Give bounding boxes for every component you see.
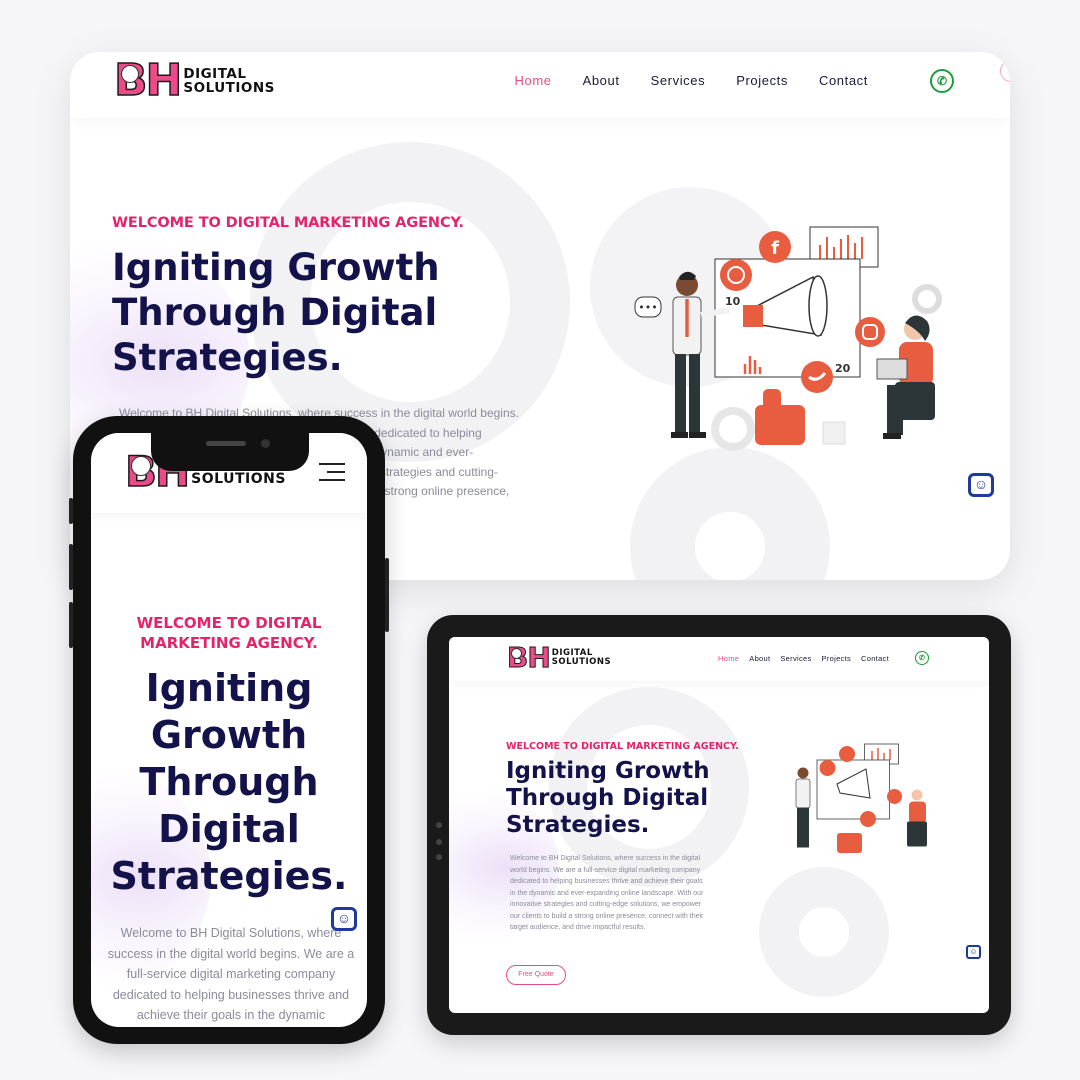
hero-paragraph: Welcome to BH Digital Solutions, where s… (510, 855, 704, 931)
tablet-navbar: BH DIGITAL SOLUTIONS Home About Services… (449, 637, 989, 681)
nav-about[interactable]: About (749, 654, 770, 663)
svg-text:•••: ••• (638, 301, 657, 314)
instagram-icon (887, 789, 902, 804)
facebook-icon: f (759, 231, 791, 263)
tablet-menu: Home About Services Projects Contact (718, 654, 889, 663)
logo-text-line2: SOLUTIONS (551, 657, 612, 667)
hero-headline: Igniting Growth Through Digital Strategi… (112, 245, 492, 380)
phone-notch (151, 433, 309, 471)
logo-badge-icon (121, 65, 139, 83)
headline-line: Through Digital (112, 291, 438, 334)
phone-preview: BH DIGITAL SOLUTIONS WELCOME TO DIGITAL … (69, 416, 389, 1044)
hero-headline: Igniting Growth Through Digital Strategi… (506, 758, 746, 839)
phone-side-button (69, 498, 73, 524)
phone-side-button (69, 602, 73, 648)
phone-side-button (69, 544, 73, 590)
phone-side-button (385, 558, 389, 632)
marketing-illustration: f 10 20 ••• (634, 226, 942, 451)
headline-line: Strategies. (110, 854, 348, 898)
thumbs-up-icon (755, 389, 805, 445)
headline-line: Digital (158, 807, 300, 851)
thumbs-up-icon (837, 833, 862, 853)
logo-badge-icon (131, 456, 151, 476)
chat-widget-icon[interactable]: ☺ (968, 473, 994, 497)
logo-badge-icon (511, 648, 522, 659)
headline-line: Igniting Growth (112, 246, 440, 289)
corner-circle-icon (1000, 60, 1010, 82)
instagram-icon (855, 317, 885, 347)
tablet-sensor-icon (436, 839, 442, 845)
decorative-ring (630, 447, 830, 580)
hero-eyebrow: WELCOME TO DIGITAL MARKETING AGENCY. (506, 741, 739, 752)
facebook-icon (839, 746, 855, 762)
whatsapp-icon (720, 259, 752, 291)
headline-line: Strategies. (112, 336, 343, 379)
headline-line: Through Digital (506, 785, 709, 811)
nav-home[interactable]: Home (515, 73, 552, 88)
nav-services[interactable]: Services (651, 73, 706, 88)
hero-headline: Igniting Growth Through Digital Strategi… (101, 665, 357, 900)
nav-contact[interactable]: Contact (861, 654, 889, 663)
brand-logo[interactable]: BH DIGITAL SOLUTIONS (507, 643, 611, 672)
twitter-icon (860, 811, 876, 827)
logo-text-line2: SOLUTIONS (183, 80, 275, 96)
woman-figure (876, 315, 935, 439)
svg-text:f: f (771, 238, 779, 259)
nav-projects[interactable]: Projects (822, 654, 852, 663)
nav-services[interactable]: Services (780, 654, 811, 663)
nav-about[interactable]: About (583, 73, 620, 88)
phone-screen: BH DIGITAL SOLUTIONS WELCOME TO DIGITAL … (91, 433, 367, 1027)
headline-line: Igniting (145, 666, 313, 710)
whatsapp-icon[interactable]: ✆ (930, 69, 954, 93)
tablet-camera-icon (436, 822, 442, 828)
whatsapp-icon[interactable]: ✆ (915, 651, 929, 665)
tablet-screen: BH DIGITAL SOLUTIONS Home About Services… (449, 637, 989, 1013)
hero-eyebrow: WELCOME TO DIGITAL MARKETING AGENCY. (91, 613, 367, 653)
headline-line: Igniting Growth (506, 758, 710, 784)
headline-line: Through (139, 760, 319, 804)
illustration-count: 10 (725, 295, 741, 308)
marketing-illustration (795, 743, 927, 853)
tablet-preview: BH DIGITAL SOLUTIONS Home About Services… (427, 615, 1011, 1035)
phone-camera-icon (261, 439, 270, 448)
illustration-count: 20 (835, 362, 851, 375)
twitter-icon (801, 361, 833, 393)
desktop-menu: Home About Services Projects Contact (515, 73, 869, 88)
chat-widget-icon[interactable]: ☺ (966, 945, 981, 959)
nav-contact[interactable]: Contact (819, 73, 868, 88)
whatsapp-icon (819, 760, 836, 776)
tablet-sensor-icon (436, 854, 442, 860)
logo-text-line1: DIGITAL (183, 65, 247, 82)
phone-speaker-icon (206, 441, 246, 446)
hero-paragraph: Welcome to BH Digital Solutions, where s… (107, 926, 355, 1022)
hero-eyebrow: WELCOME TO DIGITAL MARKETING AGENCY. (112, 215, 464, 231)
hamburger-menu-icon[interactable] (319, 463, 345, 487)
eyebrow-line: MARKETING AGENCY. (140, 634, 318, 652)
nav-projects[interactable]: Projects (736, 73, 788, 88)
logo-text: DIGITAL SOLUTIONS (183, 65, 275, 96)
chat-widget-icon[interactable]: ☺ (331, 907, 357, 931)
eyebrow-line: WELCOME TO DIGITAL (136, 614, 322, 632)
logo-text-line2: SOLUTIONS (191, 471, 286, 487)
nav-home[interactable]: Home (718, 654, 739, 663)
desktop-navbar: BH DIGITAL SOLUTIONS Home About Services… (70, 52, 1010, 118)
brand-logo[interactable]: BH DIGITAL SOLUTIONS (113, 58, 275, 104)
chat-bubble-icon: ••• (634, 296, 662, 318)
free-quote-button[interactable]: Free Quote (506, 965, 566, 985)
logo-text: DIGITAL SOLUTIONS (552, 649, 611, 667)
headline-line: Growth (150, 713, 308, 757)
headline-line: Strategies. (506, 812, 650, 838)
decorative-ring (759, 867, 889, 997)
